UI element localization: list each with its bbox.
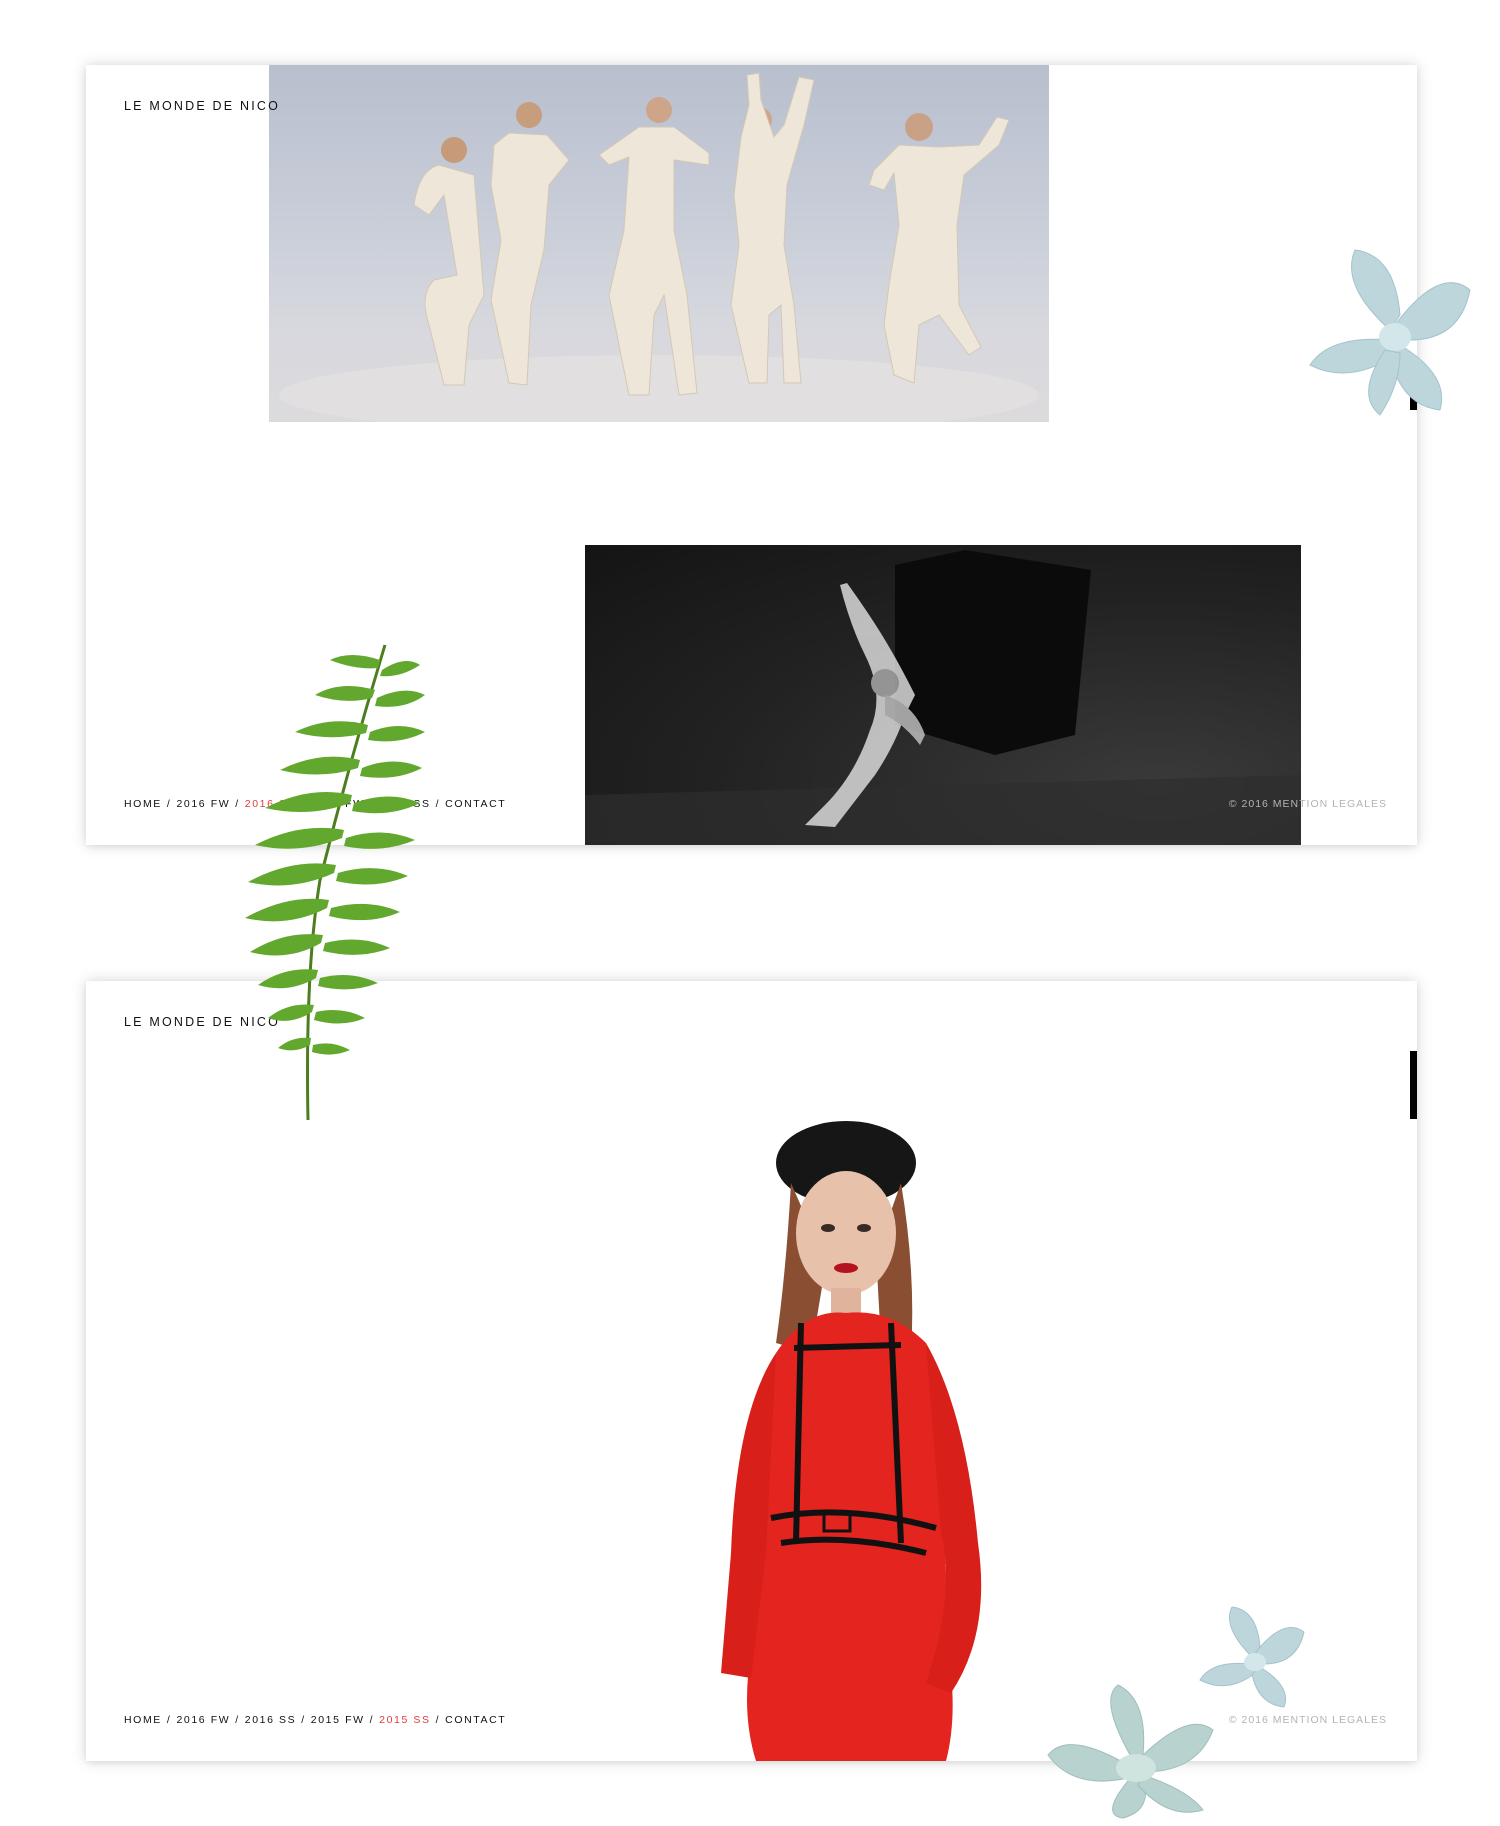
nav-separator: / (435, 798, 441, 810)
nav-link-2016-ss[interactable]: 2016 SS (245, 1714, 296, 1726)
flower-decoration (1309, 249, 1471, 416)
nav-link-contact[interactable]: CONTACT (445, 798, 506, 810)
red-dress-model-image (721, 1121, 982, 1761)
nav-link-2015-fw[interactable]: 2015 FW (311, 1714, 365, 1726)
nav-separator: / (235, 1714, 240, 1726)
nav-separator: / (435, 1714, 441, 1726)
nav-link-home[interactable]: HOME (124, 1714, 162, 1726)
scroll-indicator[interactable] (1410, 1051, 1417, 1119)
nav-separator: / (166, 798, 172, 810)
legal-link[interactable]: © 2016 MENTION LEGALES (1229, 798, 1387, 810)
dark-dancer-image (585, 550, 1301, 845)
nav-separator: / (301, 1714, 306, 1726)
nav-separator: / (369, 1714, 375, 1726)
legal-link[interactable]: © 2016 MENTION LEGALES (1229, 1714, 1387, 1726)
nav-link-home[interactable]: HOME (124, 798, 162, 810)
main-nav: HOME / 2016 FW / 2016 SS / 2015 FW / 2015 SS / CON… (124, 1714, 506, 1726)
nav-link-contact[interactable]: CONTACT (445, 1714, 506, 1726)
nav-link-2016-fw[interactable]: 2016 FW (176, 798, 230, 810)
dancers-photo[interactable] (269, 65, 1049, 422)
red-dress-model-photo[interactable] (716, 1113, 1046, 1761)
nav-link-2016-fw[interactable]: 2016 FW (176, 1714, 230, 1726)
site-logo[interactable]: LE MONDE DE NICO (124, 99, 280, 113)
dark-dancer-photo[interactable] (585, 545, 1301, 845)
nav-link-2015-ss[interactable]: 2015 SS (379, 1714, 430, 1726)
succulent-decoration (1047, 1684, 1214, 1819)
dancers-image (279, 72, 1039, 422)
fern-leaf-decoration (245, 644, 425, 1121)
nav-separator: / (166, 1714, 172, 1726)
